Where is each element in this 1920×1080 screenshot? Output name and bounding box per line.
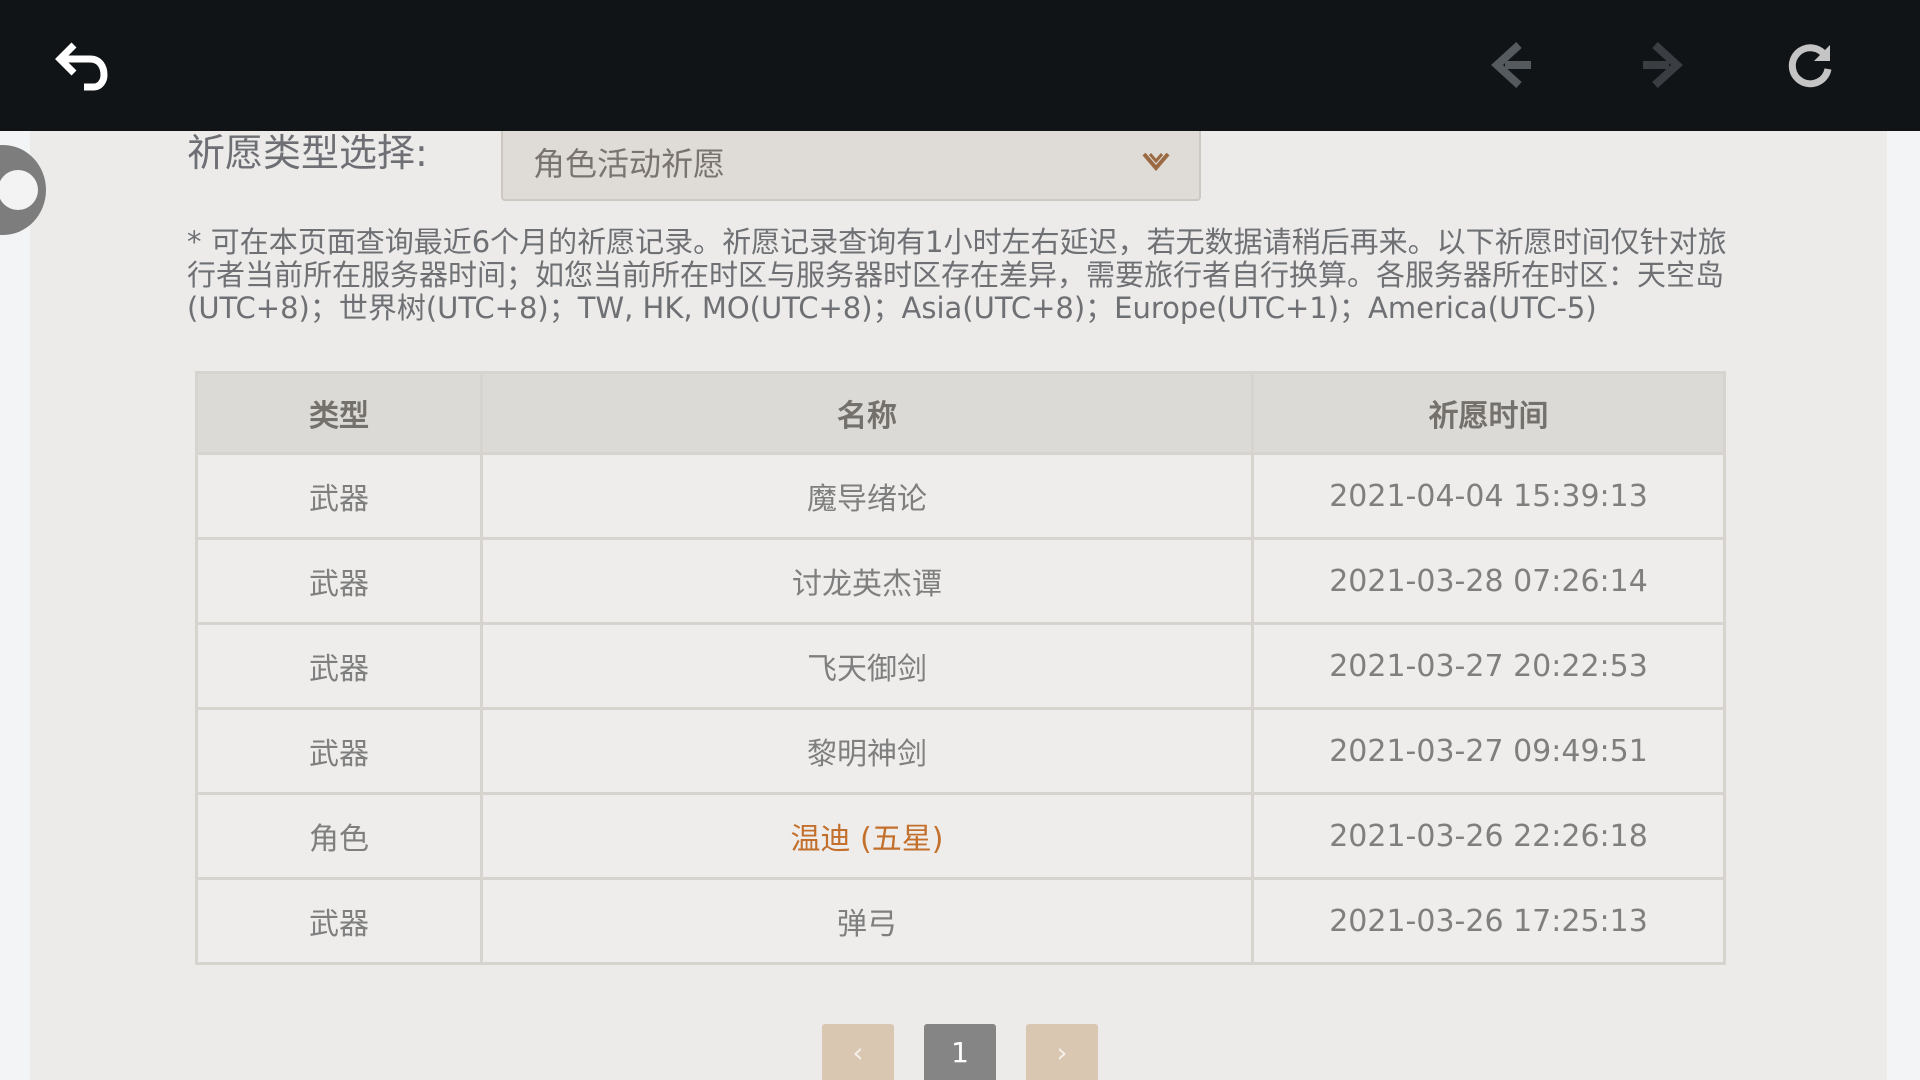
next-page-icon[interactable] bbox=[1626, 30, 1696, 100]
row-type-cell: 武器 bbox=[195, 707, 483, 795]
column-header-type: 类型 bbox=[195, 371, 483, 455]
row-type-cell: 武器 bbox=[195, 622, 483, 710]
pagination-next-button[interactable]: › bbox=[1026, 1024, 1098, 1080]
row-name-cell: 弹弓 bbox=[480, 877, 1254, 965]
row-time-cell: 2021-03-26 22:26:18 bbox=[1251, 792, 1726, 880]
previous-page-icon[interactable] bbox=[1478, 30, 1548, 100]
table-row: 武器 黎明神剑 2021-03-27 09:49:51 bbox=[195, 707, 1726, 795]
wish-type-label: 祈愿类型选择: bbox=[187, 131, 428, 175]
pagination-current-page[interactable]: 1 bbox=[924, 1024, 996, 1080]
row-name-cell: 黎明神剑 bbox=[480, 707, 1254, 795]
refresh-icon[interactable] bbox=[1775, 30, 1845, 100]
table-row: 武器 魔导绪论 2021-04-04 15:39:13 bbox=[195, 452, 1726, 540]
right-margin bbox=[1887, 131, 1920, 1080]
wish-history-panel: 祈愿类型选择: 角色活动祈愿 * 可在本页面查询最近6个月的祈愿记录。祈愿记录查… bbox=[30, 121, 1887, 1080]
row-name-cell: 飞天御剑 bbox=[480, 622, 1254, 710]
row-type-cell: 武器 bbox=[195, 452, 483, 540]
row-name-cell-five-star: 温迪 (五星) bbox=[480, 792, 1254, 880]
wish-history-notice: * 可在本页面查询最近6个月的祈愿记录。祈愿记录查询有1小时左右延迟，若无数据请… bbox=[187, 225, 1727, 325]
column-header-name: 名称 bbox=[480, 371, 1254, 455]
top-navigation-bar bbox=[0, 0, 1920, 131]
row-name-cell: 魔导绪论 bbox=[480, 452, 1254, 540]
table-header-row: 类型 名称 祈愿时间 bbox=[195, 371, 1726, 455]
row-time-cell: 2021-03-26 17:25:13 bbox=[1251, 877, 1726, 965]
table-row: 武器 飞天御剑 2021-03-27 20:22:53 bbox=[195, 622, 1726, 710]
table-row: 武器 讨龙英杰谭 2021-03-28 07:26:14 bbox=[195, 537, 1726, 625]
chevron-down-icon bbox=[1141, 151, 1171, 177]
row-type-cell: 武器 bbox=[195, 537, 483, 625]
table-row: 角色 温迪 (五星) 2021-03-26 22:26:18 bbox=[195, 792, 1726, 880]
wish-records-table: 类型 名称 祈愿时间 武器 魔导绪论 2021-04-04 15:39:13 武… bbox=[195, 371, 1726, 965]
table-row: 武器 弹弓 2021-03-26 17:25:13 bbox=[195, 877, 1726, 965]
row-type-cell: 武器 bbox=[195, 877, 483, 965]
left-margin bbox=[0, 131, 30, 1080]
row-time-cell: 2021-04-04 15:39:13 bbox=[1251, 452, 1726, 540]
row-name-cell: 讨龙英杰谭 bbox=[480, 537, 1254, 625]
back-arrow-icon[interactable] bbox=[47, 30, 117, 100]
row-time-cell: 2021-03-27 09:49:51 bbox=[1251, 707, 1726, 795]
floating-button-dot-icon bbox=[0, 170, 38, 210]
row-time-cell: 2021-03-27 20:22:53 bbox=[1251, 622, 1726, 710]
five-star-item-name: 温迪 (五星) bbox=[790, 822, 944, 857]
wish-type-dropdown[interactable]: 角色活动祈愿 bbox=[501, 121, 1201, 201]
pagination-prev-button[interactable]: ‹ bbox=[822, 1024, 894, 1080]
column-header-time: 祈愿时间 bbox=[1251, 371, 1726, 455]
row-type-cell: 角色 bbox=[195, 792, 483, 880]
wish-type-selected-value: 角色活动祈愿 bbox=[533, 145, 726, 183]
row-time-cell: 2021-03-28 07:26:14 bbox=[1251, 537, 1726, 625]
